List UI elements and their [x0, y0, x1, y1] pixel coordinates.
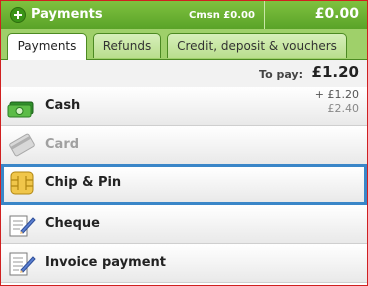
payment-method-label: Cheque	[45, 216, 100, 231]
commission-label: Cmsn £0.00	[189, 10, 255, 21]
payment-method-label: Cash	[45, 98, 81, 113]
payment-method-invoice[interactable]: Invoice payment	[1, 244, 367, 283]
to-pay-label: To pay:	[259, 68, 303, 81]
invoice-icon	[9, 252, 36, 276]
payment-method-cash[interactable]: Cash + £1.20 £2.40	[1, 87, 367, 126]
header-total: £0.00	[314, 6, 359, 22]
payment-method-label: Chip & Pin	[45, 175, 122, 190]
tab-payments[interactable]: Payments	[7, 33, 87, 60]
payment-tabs: Payments Refunds Credit, deposit & vouch…	[1, 29, 367, 60]
cash-icon	[7, 101, 34, 118]
cash-amount-added: + £1.20	[314, 88, 359, 101]
payments-header: Payments Cmsn £0.00 £0.00	[1, 1, 367, 29]
payment-method-label: Card	[45, 137, 80, 152]
cheque-icon	[9, 215, 36, 237]
tab-refunds[interactable]: Refunds	[93, 33, 161, 58]
payments-panel: Payments Cmsn £0.00 £0.00 Payments Refun…	[0, 0, 368, 286]
payment-method-chip-and-pin[interactable]: Chip & Pin	[1, 164, 367, 205]
chip-icon	[10, 171, 34, 195]
payment-method-cheque[interactable]: Cheque	[1, 205, 367, 244]
card-icon	[9, 133, 35, 157]
tab-credit-deposit-vouchers[interactable]: Credit, deposit & vouchers	[167, 33, 347, 58]
panel-title: Payments	[31, 7, 103, 22]
to-pay-row: To pay: £1.20	[1, 60, 367, 88]
payment-method-card[interactable]: Card	[1, 126, 367, 165]
to-pay-value: £1.20	[311, 63, 359, 81]
header-divider	[264, 1, 265, 29]
cash-amount-previous: £2.40	[327, 102, 360, 115]
payment-method-label: Invoice payment	[45, 255, 166, 270]
add-icon[interactable]	[10, 7, 26, 23]
